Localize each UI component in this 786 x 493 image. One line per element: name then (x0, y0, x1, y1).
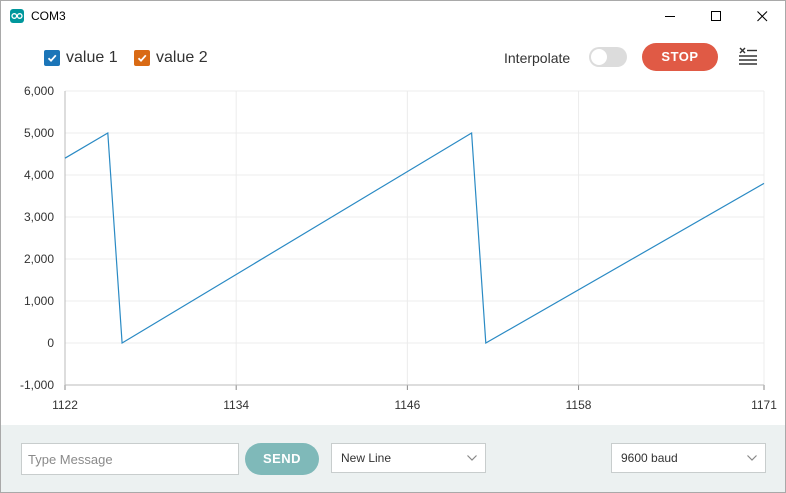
line-ending-select[interactable]: New Line (331, 443, 486, 473)
series-checkbox-value-1[interactable] (44, 50, 60, 66)
checkmark-icon (137, 54, 147, 63)
serial-plotter-window: COM3 value 1 value 2 Interpolate STOP -1… (0, 0, 786, 493)
x-tick-label: 1171 (751, 398, 777, 412)
baud-rate-select[interactable]: 9600 baud (611, 443, 766, 473)
y-tick-label: 0 (47, 336, 54, 350)
interpolate-label: Interpolate (504, 50, 571, 66)
x-tick-label: 1158 (566, 398, 592, 412)
legend-item-value-2[interactable]: value 2 (134, 49, 208, 67)
message-input[interactable] (21, 443, 239, 475)
window-title: COM3 (31, 9, 66, 23)
maximize-button[interactable] (693, 1, 739, 31)
series-checkbox-value-2[interactable] (134, 50, 150, 66)
minimize-icon (665, 16, 675, 17)
y-tick-label: 5,000 (24, 126, 54, 140)
x-tick-label: 1122 (52, 398, 78, 412)
y-tick-label: 4,000 (24, 168, 54, 182)
close-button[interactable] (739, 1, 785, 31)
title-bar: COM3 (1, 1, 785, 31)
legend-label: value 2 (156, 49, 208, 66)
x-tick-label: 1134 (223, 398, 249, 412)
toggle-knob (591, 49, 607, 65)
baud-rate-value: 9600 baud (621, 451, 678, 465)
chevron-down-icon (747, 455, 757, 461)
line-chart: -1,000 0 1,000 2,000 3,000 4,000 5,000 6,000 112… (20, 84, 777, 412)
checkmark-icon (47, 54, 57, 63)
message-bar: SEND New Line 9600 baud (1, 425, 785, 492)
legend-label: value 1 (66, 49, 118, 66)
x-tick-label: 1146 (394, 398, 420, 412)
minimize-button[interactable] (647, 1, 693, 31)
clear-list-icon (739, 47, 757, 65)
plot-area: -1,000 0 1,000 2,000 3,000 4,000 5,000 6,000 112… (1, 83, 785, 423)
arduino-app-icon (10, 9, 24, 23)
y-tick-label: 2,000 (24, 252, 54, 266)
series-line-value-1 (64, 131, 765, 345)
line-ending-value: New Line (341, 451, 392, 465)
send-button[interactable]: SEND (245, 443, 319, 475)
y-tick-label: -1,000 (20, 378, 54, 392)
y-tick-label: 3,000 (24, 210, 54, 224)
plotter-toolbar: value 1 value 2 Interpolate STOP (1, 31, 785, 83)
y-tick-label: 6,000 (24, 84, 54, 98)
stop-button[interactable]: STOP (642, 43, 718, 71)
y-tick-label: 1,000 (24, 294, 54, 308)
legend-item-value-1[interactable]: value 1 (44, 49, 118, 67)
interpolate-toggle[interactable] (589, 47, 627, 67)
maximize-icon (711, 11, 721, 21)
chevron-down-icon (467, 455, 477, 461)
clear-button[interactable] (737, 45, 759, 67)
close-icon (757, 11, 768, 22)
